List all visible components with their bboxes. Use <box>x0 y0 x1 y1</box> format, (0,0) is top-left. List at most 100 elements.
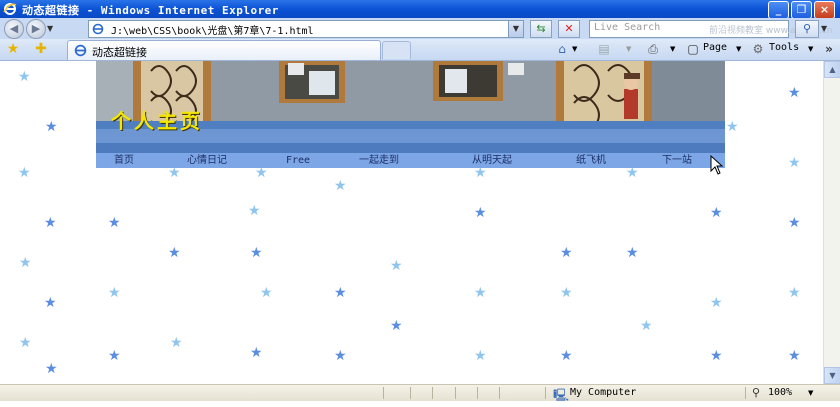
tab-active[interactable]: 动态超链接 <box>67 40 381 60</box>
star-icon: ★ <box>474 205 487 221</box>
new-tab-button[interactable] <box>382 41 411 59</box>
star-icon: ★ <box>45 361 58 377</box>
nav-link-home[interactable]: 首页 <box>114 153 134 168</box>
page-menu-label[interactable]: Page <box>703 42 727 53</box>
star-icon: ★ <box>44 215 57 231</box>
star-icon: ★ <box>18 69 31 85</box>
stop-button[interactable]: ✕ <box>558 20 580 38</box>
star-icon: ★ <box>248 203 261 219</box>
star-icon: ★ <box>474 348 487 364</box>
star-icon: ★ <box>788 285 801 301</box>
feeds-icon[interactable]: ▤ <box>597 42 611 56</box>
tools-gear-icon[interactable]: ⚙ <box>751 42 765 56</box>
nav-link-diary[interactable]: 心情日记 <box>187 153 227 168</box>
status-divider <box>410 387 411 399</box>
recent-pages-dropdown[interactable]: ▼ <box>47 24 53 33</box>
nav-link-next-stop[interactable]: 下一站 <box>662 153 692 168</box>
search-input[interactable]: Live Search 前沿视频教室 www.artech.cn <box>589 20 832 38</box>
star-icon: ★ <box>260 285 273 301</box>
scroll-up-button[interactable]: ▲ <box>824 61 840 78</box>
more-chevron-icon[interactable]: » <box>822 42 836 56</box>
favorites-star-icon[interactable]: ★ <box>6 42 20 56</box>
ie-logo-icon <box>3 3 17 15</box>
computer-icon: 🖳 <box>553 388 570 402</box>
home-icon[interactable]: ⌂ <box>555 42 569 56</box>
nav-link-tomorrow[interactable]: 从明天起 <box>472 153 512 168</box>
star-icon: ★ <box>108 285 121 301</box>
page-menu-icon[interactable]: ▢ <box>686 42 700 56</box>
page-viewport: ★ ★ ★ ★ ★ ★ ★ ★ ★ ★ ★ ★ ★ ★ ★ ★ ★ ★ ★ ★ … <box>0 61 823 384</box>
star-icon: ★ <box>560 285 573 301</box>
zoom-icon[interactable]: ⚲ <box>752 386 760 399</box>
star-icon: ★ <box>788 85 801 101</box>
star-icon: ★ <box>640 318 653 334</box>
status-divider <box>477 387 478 399</box>
tab-bar: ★ ✚ 动态超链接 ⌂ ▼ ▤ ▼ ⎙ ▼ ▢ Page ▼ ⚙ Tools ▼… <box>0 39 840 61</box>
address-field[interactable]: J:\web\CSS\book\光盘\第7章\7-1.html ▼ <box>88 20 524 38</box>
star-icon: ★ <box>334 348 347 364</box>
banner-title: 个人主页 <box>111 109 203 133</box>
window-title: 动态超链接 - Windows Internet Explorer <box>22 4 279 17</box>
minimize-button[interactable]: _ <box>768 1 789 19</box>
address-dropdown-button[interactable]: ▼ <box>508 21 523 37</box>
page-menu-dropdown[interactable]: ▼ <box>736 45 741 53</box>
print-icon[interactable]: ⎙ <box>646 42 660 56</box>
banner-image: 个人主页 <box>96 61 725 153</box>
status-divider <box>432 387 433 399</box>
nav-link-paper-plane[interactable]: 纸飞机 <box>576 153 606 168</box>
nav-link-together[interactable]: 一起走到 <box>359 153 399 168</box>
star-icon: ★ <box>710 205 723 221</box>
maximize-button[interactable]: ❐ <box>791 1 812 19</box>
tab-label: 动态超链接 <box>92 46 147 59</box>
star-icon: ★ <box>390 258 403 274</box>
status-divider <box>455 387 456 399</box>
search-placeholder: Live Search <box>594 22 661 33</box>
forward-button[interactable]: ▶ <box>26 19 46 39</box>
close-button[interactable]: × <box>814 1 835 19</box>
zoom-dropdown[interactable]: ▼ <box>808 389 813 397</box>
star-icon: ★ <box>726 119 739 135</box>
star-icon: ★ <box>788 155 801 171</box>
star-icon: ★ <box>626 245 639 261</box>
star-icon: ★ <box>788 348 801 364</box>
page-icon <box>92 23 104 35</box>
star-icon: ★ <box>788 215 801 231</box>
star-icon: ★ <box>626 165 639 181</box>
star-icon: ★ <box>44 295 57 311</box>
home-dropdown[interactable]: ▼ <box>572 45 577 53</box>
star-icon: ★ <box>334 285 347 301</box>
address-toolbar: ◀ ▶ ▼ J:\web\CSS\book\光盘\第7章\7-1.html ▼ … <box>0 18 840 39</box>
tools-menu-label[interactable]: Tools <box>769 42 799 53</box>
scroll-down-button[interactable]: ▼ <box>824 367 840 384</box>
add-favorites-icon[interactable]: ✚ <box>34 42 48 56</box>
refresh-button[interactable]: ⇆ <box>530 20 552 38</box>
star-icon: ★ <box>168 165 181 181</box>
zoom-level[interactable]: 100% <box>768 387 792 398</box>
status-bar: 🖳 My Computer ⚲ 100% ▼ <box>0 384 840 402</box>
title-bar: 动态超链接 - Windows Internet Explorer _ ❐ × <box>0 0 840 19</box>
star-icon: ★ <box>250 345 263 361</box>
star-icon: ★ <box>474 285 487 301</box>
search-button[interactable]: ⚲ <box>795 20 819 38</box>
star-icon: ★ <box>168 245 181 261</box>
nav-bar: 首页 心情日记 Free 一起走到 从明天起 纸飞机 下一站 <box>96 153 725 168</box>
mouse-cursor-icon <box>710 155 724 175</box>
tab-ie-icon <box>74 44 87 57</box>
nav-link-free[interactable]: Free <box>286 153 310 168</box>
star-icon: ★ <box>255 165 268 181</box>
address-url[interactable]: J:\web\CSS\book\光盘\第7章\7-1.html <box>111 22 314 37</box>
search-options-dropdown[interactable]: ▼ <box>821 24 827 33</box>
star-icon: ★ <box>710 348 723 364</box>
vertical-scrollbar[interactable]: ▲ ▼ <box>823 61 840 384</box>
star-icon: ★ <box>390 318 403 334</box>
feeds-dropdown[interactable]: ▼ <box>626 45 631 53</box>
star-icon: ★ <box>334 178 347 194</box>
star-icon: ★ <box>19 335 32 351</box>
print-dropdown[interactable]: ▼ <box>670 45 675 53</box>
star-icon: ★ <box>19 255 32 271</box>
back-button[interactable]: ◀ <box>4 19 24 39</box>
status-divider <box>745 387 746 399</box>
star-icon: ★ <box>474 165 487 181</box>
star-icon: ★ <box>250 245 263 261</box>
tools-menu-dropdown[interactable]: ▼ <box>808 45 813 53</box>
